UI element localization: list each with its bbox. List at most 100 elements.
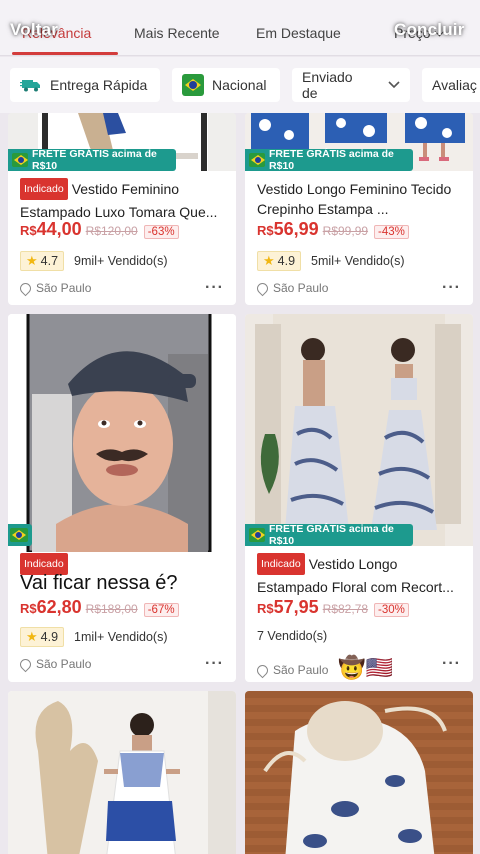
discount-badge: -67% bbox=[143, 603, 179, 617]
recommended-tag: Indicado bbox=[20, 178, 68, 200]
brazil-flag-icon bbox=[249, 528, 266, 542]
price-value: 56,99 bbox=[273, 219, 319, 239]
brazil-flag-icon bbox=[10, 528, 28, 542]
sold-count: 7 Vendido(s) bbox=[257, 629, 328, 643]
done-overlay-button[interactable]: Concluir bbox=[394, 20, 465, 40]
filter-shipped-from[interactable]: Enviado de bbox=[292, 68, 410, 102]
product-title: Indicado Vestido Feminino Estampado Luxo … bbox=[20, 178, 226, 222]
location-pin-icon bbox=[254, 280, 271, 296]
sold-count: 5mil+ Vendido(s) bbox=[311, 254, 405, 268]
product-title: Vestido Longo Feminino Tecido Crepinho E… bbox=[257, 181, 452, 217]
price: R$62,80 bbox=[20, 597, 82, 618]
location-row: São Paulo bbox=[17, 656, 226, 672]
product-image bbox=[8, 314, 236, 552]
filter-rating[interactable]: Avaliaç bbox=[422, 68, 480, 102]
currency: R$ bbox=[20, 223, 37, 238]
price-row: R$62,80 R$188,00 -67% bbox=[20, 597, 179, 618]
active-tab-indicator bbox=[12, 52, 118, 55]
free-shipping-text: FRETE GRÁTIS acima de R$10 bbox=[32, 148, 157, 172]
filter-fast-delivery[interactable]: Entrega Rápida bbox=[10, 68, 160, 102]
product-title: Indicado Vestido Longo Estampado Floral c… bbox=[257, 553, 463, 597]
rating-row: 7 Vendido(s) bbox=[257, 629, 327, 643]
product-card[interactable]: FRETE GRÁTIS acima de R$10 Indicado Vesti… bbox=[245, 314, 473, 682]
filter-national[interactable]: Nacional bbox=[172, 68, 280, 102]
old-price: R$120,00 bbox=[85, 224, 138, 238]
location-row: São Paulo 🤠🇺🇸 bbox=[254, 655, 463, 682]
price-row: R$56,99 R$99,99 -43% bbox=[257, 219, 409, 240]
product-image bbox=[245, 314, 473, 546]
product-card[interactable] bbox=[245, 691, 473, 854]
filter-national-label: Nacional bbox=[212, 77, 267, 93]
free-shipping-badge: FRETE GRÁTIS acima de R$10 bbox=[245, 148, 413, 172]
star-icon: ★ bbox=[26, 253, 38, 268]
rating-badge: ★ 4.7 bbox=[20, 251, 65, 271]
free-shipping-badge: FRETE GRÁTIS acima de R$10 bbox=[8, 148, 176, 172]
star-icon: ★ bbox=[26, 629, 38, 644]
sold-count: 9mil+ Vendido(s) bbox=[74, 254, 168, 268]
location-text: São Paulo bbox=[36, 281, 92, 295]
location-pin-icon bbox=[17, 656, 34, 672]
price-value: 57,95 bbox=[273, 597, 319, 617]
free-shipping-text: FRETE GRÁTIS acima de R$10 bbox=[269, 523, 394, 547]
discount-badge: -30% bbox=[374, 603, 409, 617]
more-options-icon[interactable]: ··· bbox=[442, 655, 461, 673]
price-value: 44,00 bbox=[36, 219, 82, 239]
price: R$44,00 bbox=[20, 219, 82, 240]
price: R$56,99 bbox=[257, 219, 319, 240]
more-options-icon[interactable]: ··· bbox=[205, 655, 224, 673]
free-shipping-badge: FRETE GRÁTIS acima de R$10 bbox=[245, 523, 413, 547]
rating-badge: ★ 4.9 bbox=[20, 627, 65, 647]
discount-badge: -43% bbox=[374, 225, 409, 239]
currency: R$ bbox=[257, 601, 274, 616]
truck-icon bbox=[20, 77, 42, 93]
star-icon: ★ bbox=[263, 253, 275, 268]
location-row: São Paulo bbox=[17, 280, 226, 296]
product-card[interactable]: FRETE GRÁTIS acima de R$10 Indicado Vesti… bbox=[8, 113, 236, 305]
rating-badge: ★ 4.9 bbox=[257, 251, 302, 271]
more-options-icon[interactable]: ··· bbox=[442, 279, 461, 297]
price-value: 62,80 bbox=[36, 597, 82, 617]
sold-count: 1mil+ Vendido(s) bbox=[74, 630, 168, 644]
back-overlay-button[interactable]: Voltar bbox=[10, 20, 58, 40]
rating-row: ★ 4.7 9mil+ Vendido(s) bbox=[20, 251, 168, 271]
filter-bar: Entrega Rápida Nacional Enviado de Avali… bbox=[0, 57, 480, 113]
video-caption: Vai ficar nessa é? bbox=[20, 572, 178, 594]
currency: R$ bbox=[257, 223, 274, 238]
rating-value: 4.9 bbox=[40, 630, 59, 644]
location-text: São Paulo bbox=[36, 657, 92, 671]
location-row: São Paulo bbox=[254, 280, 463, 296]
product-image bbox=[8, 691, 236, 854]
location-text: São Paulo bbox=[273, 663, 329, 677]
filter-rating-label: Avaliaç bbox=[432, 77, 477, 93]
price-row: R$44,00 R$120,00 -63% bbox=[20, 219, 179, 240]
product-card[interactable] bbox=[8, 691, 236, 854]
currency: R$ bbox=[20, 601, 37, 616]
rating-row: ★ 4.9 1mil+ Vendido(s) bbox=[20, 627, 168, 647]
tab-featured[interactable]: Em Destaque bbox=[256, 25, 341, 41]
brazil-flag-icon bbox=[249, 153, 266, 167]
old-price: R$188,00 bbox=[85, 602, 138, 616]
free-shipping-badge bbox=[8, 524, 32, 546]
rating-value: 4.7 bbox=[40, 254, 59, 268]
price-row: R$57,95 R$82,78 -30% bbox=[257, 597, 409, 618]
product-card[interactable]: FRETE GRÁTIS acima de R$10 Vestido Longo… bbox=[245, 113, 473, 305]
rating-row: ★ 4.9 5mil+ Vendido(s) bbox=[257, 251, 405, 271]
filter-shipped-from-label: Enviado de bbox=[302, 69, 353, 101]
price: R$57,95 bbox=[257, 597, 319, 618]
free-shipping-text: FRETE GRÁTIS acima de R$10 bbox=[269, 148, 394, 172]
more-options-icon[interactable]: ··· bbox=[205, 279, 224, 297]
rating-value: 4.9 bbox=[277, 254, 296, 268]
chevron-down-icon bbox=[388, 81, 400, 89]
brazil-flag-icon bbox=[12, 153, 29, 167]
screen: Relevância Mais Recente Em Destaque Preç… bbox=[0, 0, 480, 854]
product-card[interactable]: Indicado Vai ficar nessa é? R$62,80 R$18… bbox=[8, 314, 236, 682]
filter-fast-delivery-label: Entrega Rápida bbox=[50, 77, 148, 93]
old-price: R$82,78 bbox=[322, 602, 369, 616]
location-pin-icon bbox=[254, 662, 271, 678]
tab-most-recent[interactable]: Mais Recente bbox=[134, 25, 220, 41]
recommended-tag: Indicado bbox=[257, 553, 305, 575]
location-text: São Paulo bbox=[273, 281, 329, 295]
reaction-emoji: 🤠🇺🇸 bbox=[338, 655, 394, 680]
discount-badge: -63% bbox=[143, 225, 179, 239]
product-image bbox=[245, 691, 473, 854]
